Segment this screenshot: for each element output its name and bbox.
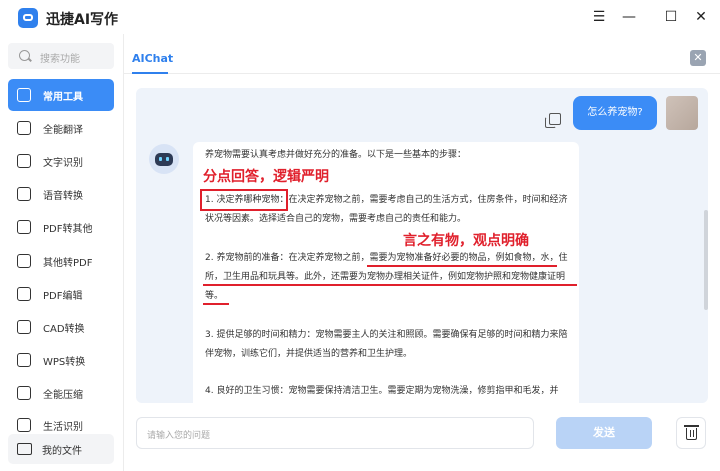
sidebar-item-pdf-convert[interactable]: PDF转其他 — [8, 211, 114, 243]
user-message-bubble: 怎么养宠物? — [573, 96, 657, 130]
copy-icon[interactable] — [545, 113, 561, 128]
tab-close-icon[interactable]: ✕ — [690, 50, 706, 66]
annotation-underline — [367, 265, 557, 267]
sidebar-item-label: 常用工具 — [43, 91, 83, 103]
sidebar-item-label: WPS转换 — [43, 356, 86, 368]
text-recognize-icon — [17, 154, 31, 168]
pdf-convert-icon — [17, 220, 31, 234]
sidebar-item-label: CAD转换 — [43, 323, 85, 335]
sidebar-item-label: 文字识别 — [43, 157, 83, 169]
annotation-underline — [203, 284, 577, 286]
sidebar-item-label: PDF编辑 — [43, 290, 83, 302]
toolbox-icon — [17, 88, 31, 102]
sidebar-item-label: 全能翻译 — [43, 124, 83, 136]
clear-chat-button[interactable] — [676, 417, 706, 449]
user-avatar — [666, 96, 698, 130]
wps-icon — [17, 353, 31, 367]
sidebar-item-label: 语音转换 — [43, 190, 83, 202]
sidebar-item-voice[interactable]: 语音转换 — [8, 178, 114, 210]
bot-avatar-icon — [149, 144, 179, 174]
my-files-label: 我的文件 — [42, 445, 82, 457]
menu-icon[interactable]: ☰ — [588, 6, 610, 28]
sidebar-item-to-pdf[interactable]: 其他转PDF — [8, 245, 114, 277]
bot-paragraph-2: 2. 养宠物前的准备：在决定养宠物之前，需要为宠物准备好必要的物品，例如食物，水… — [205, 253, 568, 301]
send-button[interactable]: 发送 — [556, 417, 652, 449]
sidebar-item-common-tools[interactable]: 常用工具 — [8, 79, 114, 111]
question-input[interactable]: 请输入您的问题 — [136, 417, 534, 449]
app-title: 迅捷AI写作 — [46, 12, 119, 28]
sidebar-item-life-recognize[interactable]: 生活识别 — [8, 410, 114, 432]
sidebar-item-compress[interactable]: 全能压缩 — [8, 377, 114, 409]
app-logo-icon — [18, 8, 38, 28]
bot-paragraph-1: 1. 决定养哪种宠物：在决定养宠物之前，需要考虑自己的生活方式，住房条件，时间和… — [205, 195, 568, 224]
bot-paragraph-4: 4. 良好的卫生习惯：宠物需要保持清洁卫生。需要定期为宠物洗澡，修剪指甲和毛发，… — [205, 386, 559, 396]
sidebar-item-label: PDF转其他 — [43, 223, 93, 235]
bot-paragraph-3: 3. 提供足够的时间和精力：宠物需要主人的关注和照顾。需要确保有足够的时间和精力… — [205, 330, 568, 359]
chat-area: 怎么养宠物? 养宠物需要认真考虑并做好充分的准备。以下是一些基本的步骤： 分点回… — [136, 88, 708, 403]
question-input-placeholder: 请输入您的问题 — [147, 431, 211, 441]
trash-icon — [684, 425, 699, 440]
search-input[interactable]: 搜索功能 — [8, 43, 114, 69]
voice-icon — [17, 187, 31, 201]
annotation-second: 言之有物，观点明确 — [403, 233, 529, 249]
minimize-icon[interactable]: — — [618, 6, 640, 28]
sidebar-item-pdf-edit[interactable]: PDF编辑 — [8, 278, 114, 310]
sidebar-item-label: 其他转PDF — [43, 257, 93, 269]
tab-bar: AIChat ✕ — [124, 34, 720, 74]
search-icon — [19, 50, 30, 61]
chat-scrollbar[interactable] — [704, 210, 708, 310]
cad-icon — [17, 320, 31, 334]
annotation-underline — [203, 303, 229, 305]
my-files-button[interactable]: 我的文件 — [8, 434, 114, 464]
bot-paragraph-intro: 养宠物需要认真考虑并做好充分的准备。以下是一些基本的步骤： — [205, 150, 467, 160]
tab-aichat[interactable]: AIChat — [132, 52, 173, 65]
to-pdf-icon — [17, 254, 31, 268]
folder-icon — [17, 443, 32, 455]
title-bar: 迅捷AI写作 ☰ — ☐ ✕ — [0, 0, 720, 34]
sidebar-item-label: 全能压缩 — [43, 389, 83, 401]
sidebar-item-label: 生活识别 — [43, 422, 83, 432]
life-recognize-icon — [17, 418, 31, 432]
sidebar: 搜索功能 常用工具 全能翻译 文字识别 语音转换 PDF转其他 其他转PDF P… — [0, 34, 124, 471]
bot-message-bubble: 养宠物需要认真考虑并做好充分的准备。以下是一些基本的步骤： 分点回答，逻辑严明 … — [193, 142, 579, 403]
sidebar-item-translate[interactable]: 全能翻译 — [8, 112, 114, 144]
close-icon[interactable]: ✕ — [690, 6, 712, 28]
sidebar-item-text-recognize[interactable]: 文字识别 — [8, 145, 114, 177]
search-placeholder: 搜索功能 — [40, 54, 80, 65]
sidebar-item-cad[interactable]: CAD转换 — [8, 311, 114, 343]
annotation-first: 分点回答，逻辑严明 — [203, 169, 329, 185]
tab-active-indicator — [132, 72, 168, 74]
maximize-icon[interactable]: ☐ — [660, 6, 682, 28]
compress-icon — [17, 386, 31, 400]
pdf-edit-icon — [17, 287, 31, 301]
sidebar-item-wps[interactable]: WPS转换 — [8, 344, 114, 376]
translate-icon — [17, 121, 31, 135]
